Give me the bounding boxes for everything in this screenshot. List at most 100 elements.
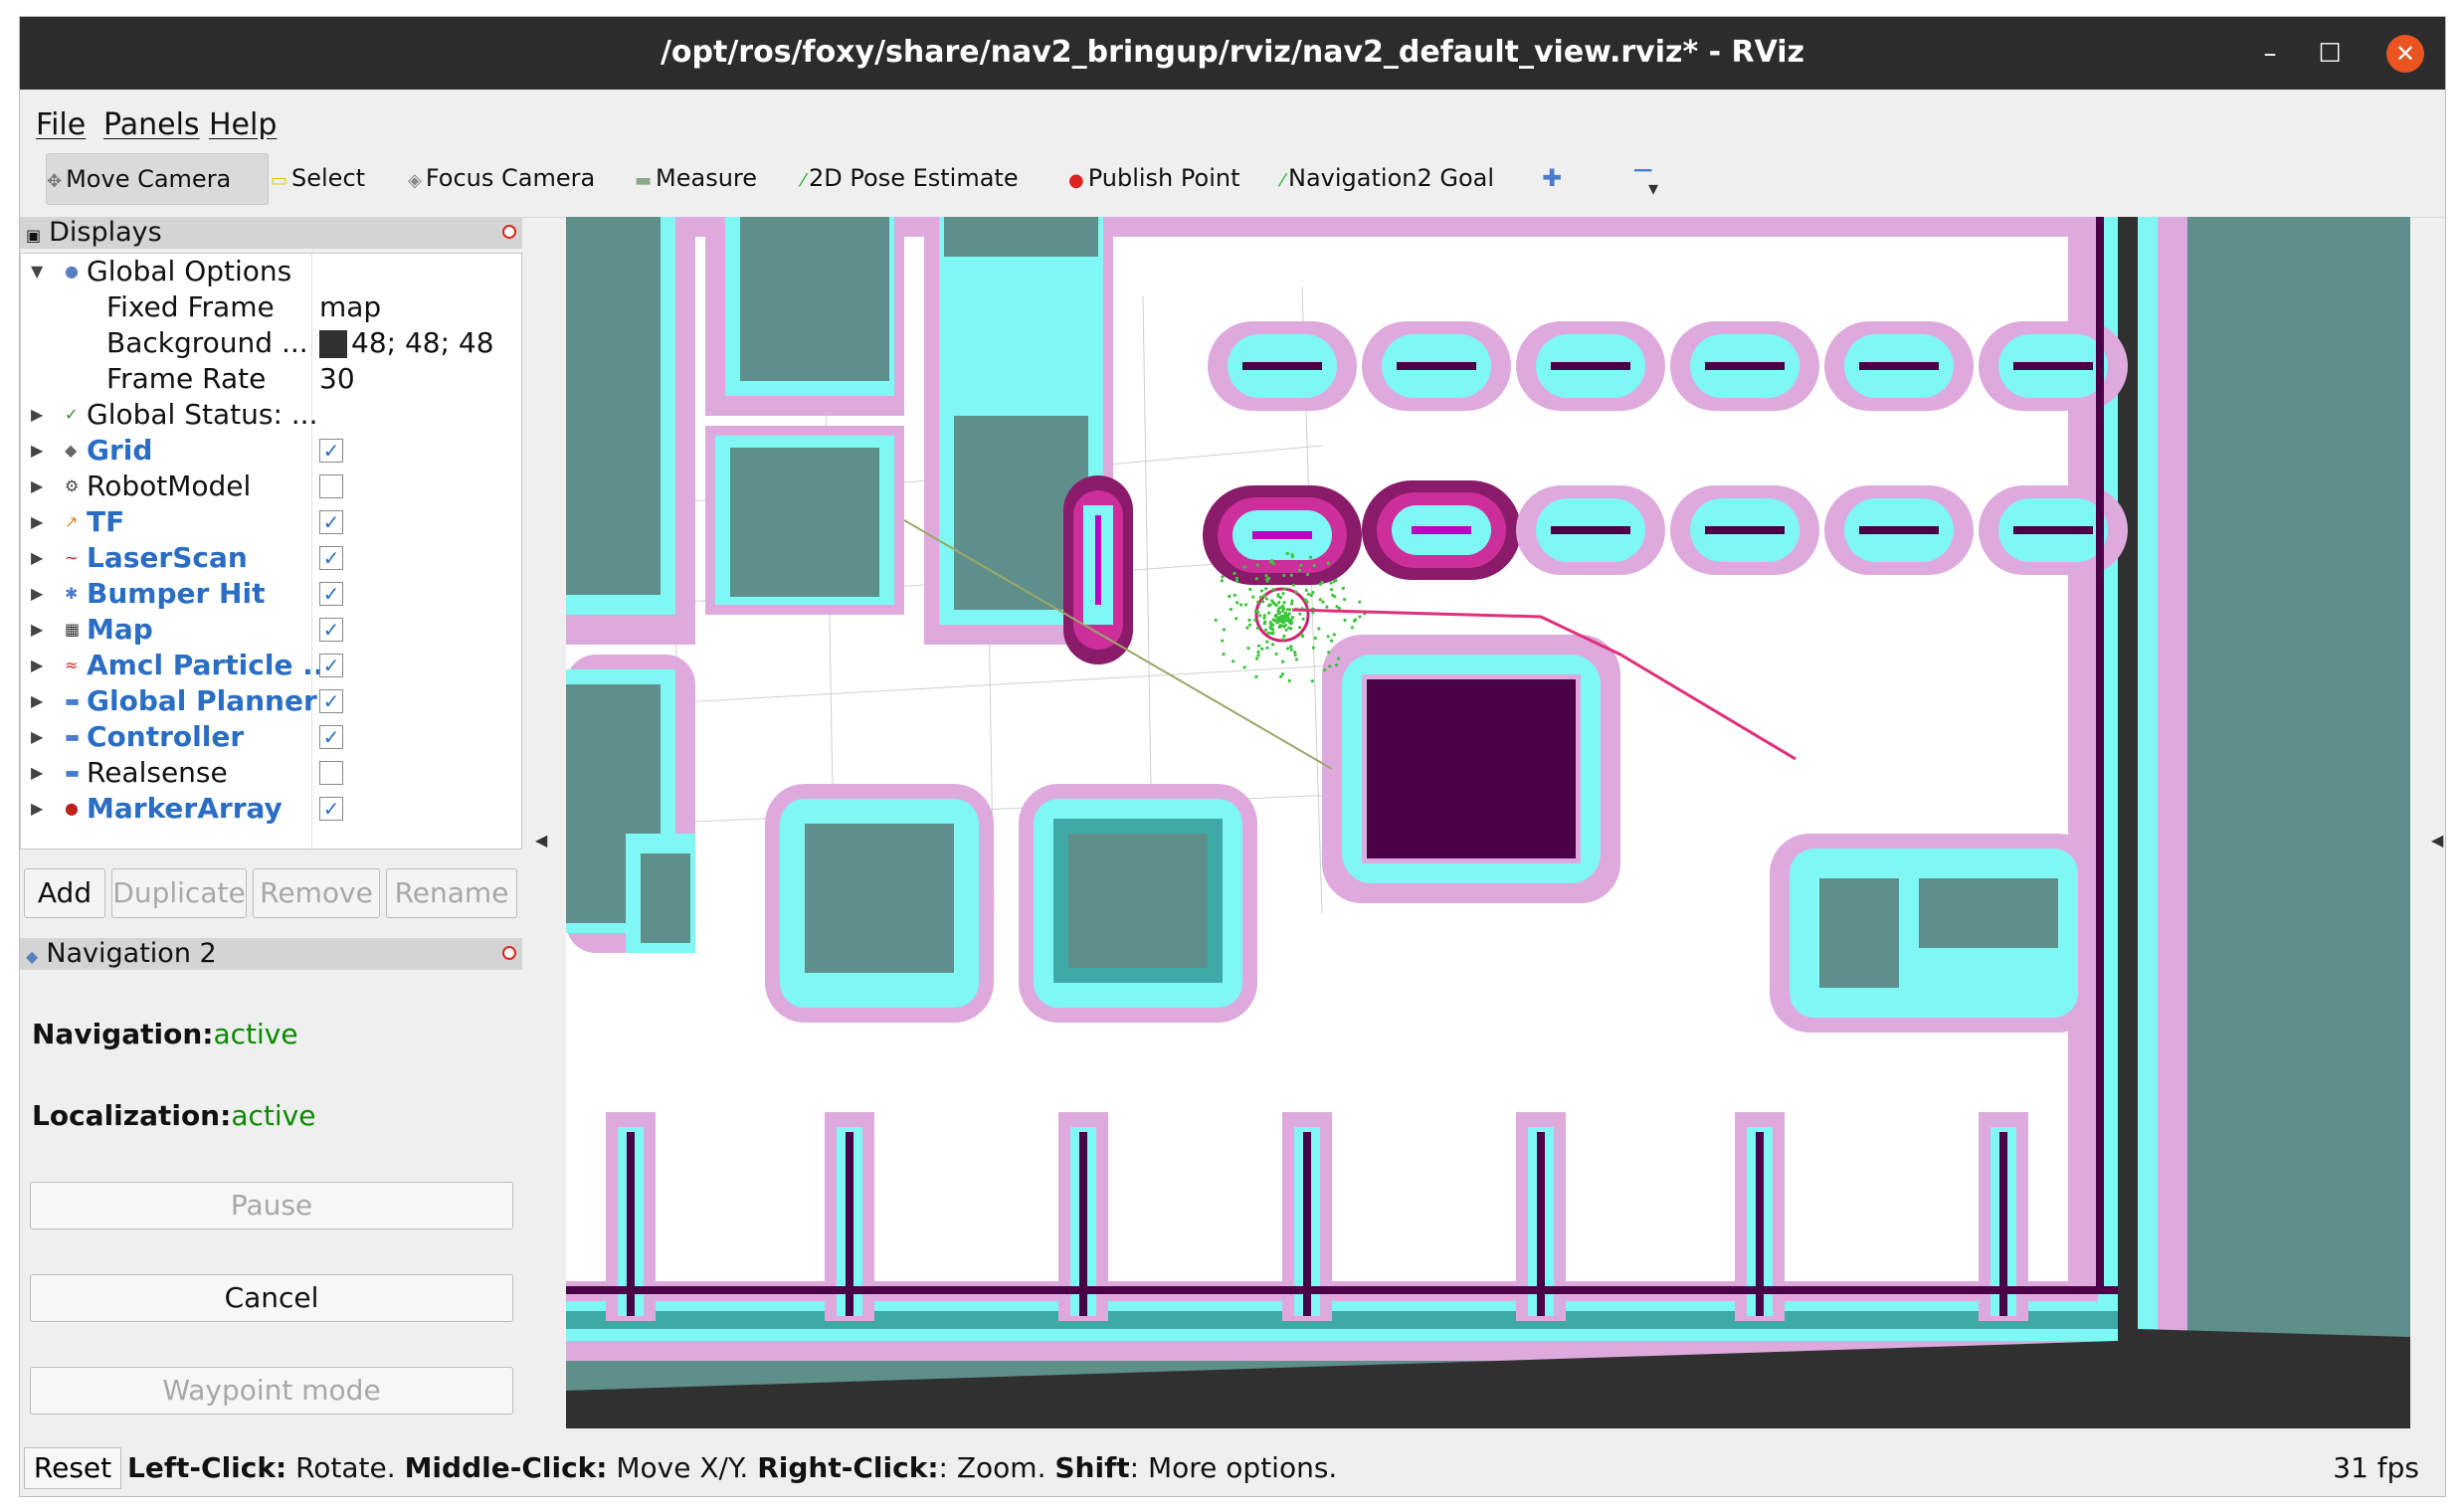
reset-button[interactable]: Reset: [24, 1447, 121, 1489]
display-item[interactable]: ▶ ≈ Amcl Particle ... ✓: [21, 648, 521, 683]
collapse-right-icon[interactable]: ◀: [2431, 831, 2443, 850]
move-camera-label: Move Camera: [66, 165, 232, 193]
display-enable-checkbox[interactable]: ✓: [319, 618, 343, 642]
display-item-label: Bumper Hit: [87, 577, 266, 610]
left-click-text: Rotate.: [286, 1451, 405, 1484]
navigation-panel-close-icon[interactable]: [502, 946, 516, 960]
remove-display-button[interactable]: Remove: [253, 868, 380, 918]
duplicate-display-button[interactable]: Duplicate: [111, 868, 247, 918]
display-item[interactable]: ▶ ⚙ RobotModel: [21, 469, 521, 504]
nav-goal-label: Navigation2 Goal: [1288, 164, 1495, 192]
display-enable-checkbox[interactable]: ✓: [319, 689, 343, 713]
display-enable-checkbox[interactable]: ✓: [319, 725, 343, 749]
expand-right-icon[interactable]: ▶: [31, 648, 43, 683]
status-bar: Reset Left-Click: Rotate. Middle-Click: …: [20, 1439, 2445, 1493]
tree-row-frame-rate[interactable]: Frame Rate 30: [21, 361, 521, 397]
grid-icon: ◆: [65, 441, 78, 460]
collapse-left-icon[interactable]: ◀: [535, 831, 547, 850]
panel-close-icon[interactable]: [502, 225, 516, 239]
display-item[interactable]: ▶ ↗ TF ✓: [21, 504, 521, 540]
display-item[interactable]: ▶ ▦ Map ✓: [21, 612, 521, 648]
display-item-label: LaserScan: [87, 541, 248, 574]
display-enable-checkbox[interactable]: ✓: [319, 654, 343, 677]
fixed-frame-label: Fixed Frame: [106, 290, 275, 323]
select-label: Select: [291, 164, 366, 192]
expand-right-icon[interactable]: ▶: [31, 433, 43, 469]
fps-counter: 31 fps: [2333, 1451, 2419, 1484]
minimize-button[interactable]: –: [2251, 35, 2289, 73]
cancel-button[interactable]: Cancel: [30, 1274, 513, 1322]
display-item[interactable]: ▶ ● MarkerArray ✓: [21, 791, 521, 827]
expand-right-icon[interactable]: ▶: [31, 540, 43, 576]
display-enable-checkbox[interactable]: ✓: [319, 797, 343, 821]
robot-model-icon: ⚙: [65, 476, 80, 495]
expand-right-icon[interactable]: ▶: [31, 397, 43, 433]
expand-right-icon[interactable]: ▶: [31, 504, 43, 540]
tree-row-background[interactable]: Background ... 48; 48; 48: [21, 325, 521, 361]
displays-panel-header: ▣ Displays: [20, 217, 522, 249]
pose-estimate-tool[interactable]: ⁄ 2D Pose Estimate: [802, 153, 1019, 203]
right-click-text: : Zoom.: [938, 1451, 1055, 1484]
add-display-button[interactable]: Add: [24, 868, 105, 918]
expand-right-icon[interactable]: ▶: [31, 719, 43, 755]
costmap-render[interactable]: [566, 217, 2410, 1428]
navigation-status-label: Navigation:: [32, 1018, 214, 1050]
display-item[interactable]: ▶ ◆ Grid ✓: [21, 433, 521, 469]
mouse-hint: Left-Click: Rotate. Middle-Click: Move X…: [127, 1451, 1337, 1484]
display-enable-checkbox[interactable]: [319, 474, 343, 498]
display-item[interactable]: ▶ ∼ LaserScan ✓: [21, 540, 521, 576]
waypoint-mode-button[interactable]: Waypoint mode: [30, 1367, 513, 1415]
expand-down-icon[interactable]: ▼: [31, 254, 43, 289]
expand-right-icon[interactable]: ▶: [31, 791, 43, 827]
display-enable-checkbox[interactable]: ✓: [319, 582, 343, 606]
3d-render-view[interactable]: [566, 217, 2410, 1428]
pause-button[interactable]: Pause: [30, 1182, 513, 1229]
tree-row-global-status[interactable]: ▶ ✓ Global Status: ...: [21, 397, 521, 433]
display-item[interactable]: ▶ ✱ Bumper Hit ✓: [21, 576, 521, 612]
publish-point-tool[interactable]: ● Publish Point: [1068, 153, 1239, 203]
navigation-panel-header: ◆ Navigation 2: [20, 938, 522, 970]
fixed-frame-value[interactable]: map: [319, 289, 381, 325]
display-item[interactable]: ▶ ▬ Global Planner ✓: [21, 683, 521, 719]
middle-click-key: Middle-Click:: [404, 1451, 608, 1484]
expand-right-icon[interactable]: ▶: [31, 469, 43, 504]
rename-display-button[interactable]: Rename: [386, 868, 517, 918]
expand-right-icon[interactable]: ▶: [31, 683, 43, 719]
measure-tool[interactable]: ▬ Measure: [635, 153, 757, 203]
measure-label: Measure: [656, 164, 758, 192]
display-enable-checkbox[interactable]: ✓: [319, 439, 343, 463]
menu-file[interactable]: File: [36, 107, 86, 142]
display-item[interactable]: ▶ ▬ Realsense: [21, 755, 521, 791]
publish-point-label: Publish Point: [1087, 164, 1240, 192]
display-enable-checkbox[interactable]: ✓: [319, 510, 343, 534]
folder-icon: ▬: [65, 727, 81, 746]
expand-right-icon[interactable]: ▶: [31, 576, 43, 612]
tree-row-global-options[interactable]: ▼ ● Global Options: [21, 254, 521, 289]
expand-right-icon[interactable]: ▶: [31, 612, 43, 648]
display-item[interactable]: ▶ ▬ Controller ✓: [21, 719, 521, 755]
background-color-value[interactable]: 48; 48; 48: [319, 325, 494, 361]
display-enable-checkbox[interactable]: ✓: [319, 546, 343, 570]
nav-goal-tool[interactable]: ⁄ Navigation2 Goal: [1281, 153, 1494, 203]
focus-camera-tool[interactable]: ◈ Focus Camera: [408, 153, 595, 203]
close-button[interactable]: ✕: [2386, 35, 2424, 73]
display-item-label: Controller: [87, 720, 245, 753]
move-camera-tool[interactable]: ✥ Move Camera: [46, 153, 269, 205]
select-tool[interactable]: ▭ Select: [271, 153, 365, 203]
tree-row-fixed-frame[interactable]: Fixed Frame map: [21, 289, 521, 325]
amcl-particle-icon: ≈: [65, 656, 79, 674]
left-click-key: Left-Click:: [127, 1451, 287, 1484]
menu-panels[interactable]: Panels: [103, 107, 200, 142]
display-enable-checkbox[interactable]: [319, 761, 343, 785]
display-item-label: Map: [87, 613, 153, 646]
expand-right-icon[interactable]: ▶: [31, 755, 43, 791]
chevron-down-icon[interactable]: ▾: [1648, 163, 1658, 213]
maximize-button[interactable]: ☐: [2311, 35, 2349, 73]
frame-rate-value[interactable]: 30: [319, 361, 355, 397]
laser-scan-icon: ∼: [65, 548, 79, 567]
measure-icon: ▬: [635, 170, 653, 191]
frame-rate-label: Frame Rate: [106, 362, 267, 395]
menu-help[interactable]: Help: [209, 107, 277, 142]
move-camera-icon: ✥: [47, 171, 63, 192]
add-tool-button[interactable]: ✚: [1542, 153, 1562, 203]
